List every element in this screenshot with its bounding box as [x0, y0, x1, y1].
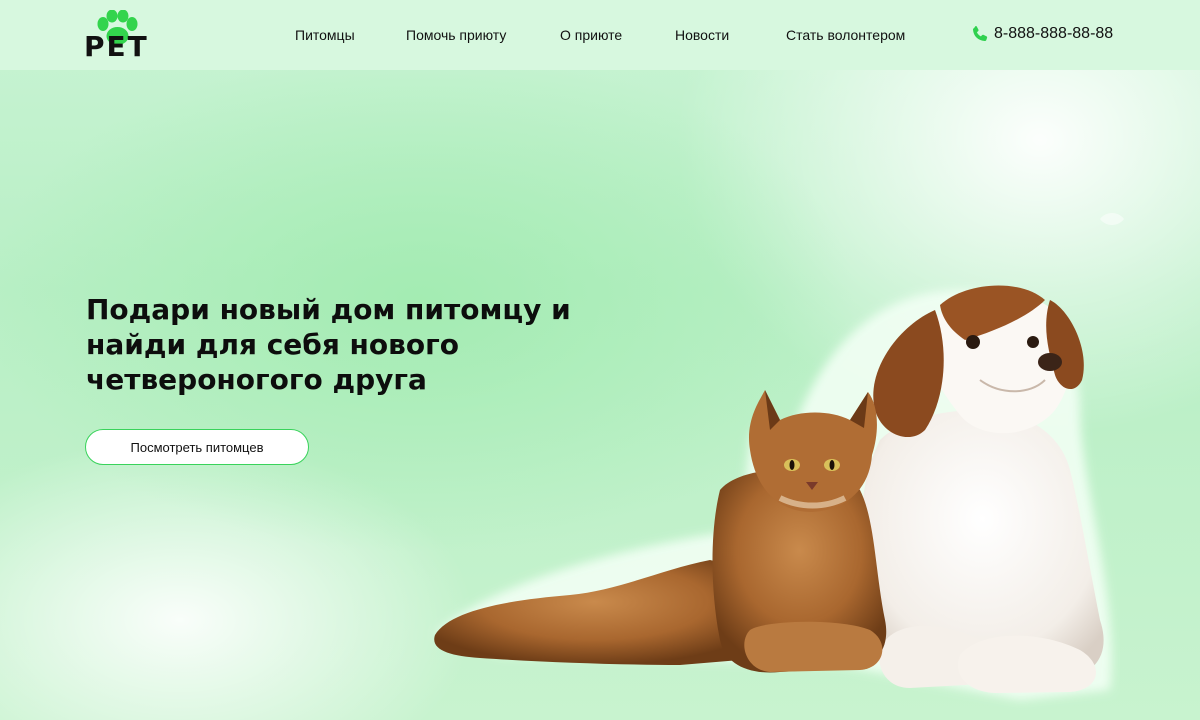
- landing-page: PET Питомцы Помочь приюту О приюте Новос…: [0, 0, 1200, 720]
- cat-and-dog-image: [434, 285, 1112, 700]
- leaf-decoration: [1100, 213, 1124, 225]
- phone-number[interactable]: 8-888-888-88-88: [994, 25, 1113, 43]
- nav-item-about-shelter[interactable]: О приюте: [560, 27, 622, 43]
- nav-item-help-shelter[interactable]: Помочь приюту: [406, 27, 506, 43]
- nav-item-news[interactable]: Новости: [675, 27, 729, 43]
- site-header: PET Питомцы Помочь приюту О приюте Новос…: [0, 0, 1200, 70]
- nav-item-volunteer[interactable]: Стать волонтером: [786, 27, 905, 43]
- phone-icon: [972, 26, 988, 42]
- logo-text: PET: [84, 30, 149, 63]
- view-pets-button[interactable]: Посмотреть питомцев: [85, 429, 309, 465]
- logo[interactable]: PET: [84, 10, 154, 63]
- phone-contact[interactable]: 8-888-888-88-88: [970, 24, 1113, 44]
- nav-item-pets[interactable]: Питомцы: [295, 27, 355, 43]
